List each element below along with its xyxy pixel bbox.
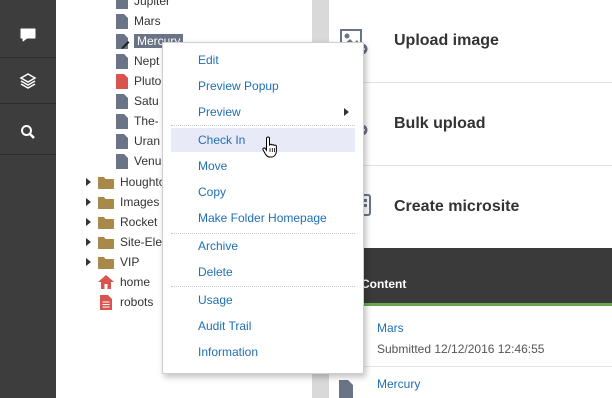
tree-item-label: Pluto: [134, 74, 162, 88]
tree-item-label: Site-Ele: [120, 235, 163, 249]
row-divider: [329, 366, 612, 367]
layers-button[interactable]: [0, 58, 56, 104]
page-icon: [116, 153, 128, 169]
menu-item-copy[interactable]: Copy: [163, 180, 363, 204]
tree-item[interactable]: home: [98, 272, 150, 292]
tree-folder[interactable]: VIP: [98, 252, 139, 272]
page-icon: [116, 113, 128, 129]
tree-item[interactable]: Jupiter: [116, 0, 170, 11]
action-title: Create microsite: [394, 198, 520, 215]
tree-item[interactable]: Satu: [116, 91, 159, 111]
menu-item-preview[interactable]: Preview: [163, 100, 363, 124]
tree-item-label: Jupiter: [134, 0, 171, 8]
tree-item[interactable]: Mars: [116, 11, 161, 31]
tree-item[interactable]: Venu: [116, 151, 161, 171]
action-title: Bulk upload: [394, 115, 486, 132]
menu-item-usage[interactable]: Usage: [163, 288, 363, 312]
menu-item-make-folder-homepage[interactable]: Make Folder Homepage: [163, 206, 363, 230]
page-icon: [116, 53, 128, 69]
content-panel-header: Content: [329, 248, 612, 306]
left-rail: [0, 0, 56, 398]
expand-arrow-icon[interactable]: [86, 218, 91, 226]
folder-icon: [98, 176, 114, 189]
right-panel: Upload image Bulk upload Create microsit…: [329, 0, 612, 398]
menu-item-edit[interactable]: Edit: [163, 48, 363, 72]
tree-item-label: Uran: [134, 134, 161, 148]
tree-item-label: Houghto: [120, 175, 166, 189]
page-icon: [116, 0, 128, 9]
hand-cursor-icon: [262, 136, 277, 158]
expand-arrow-icon[interactable]: [86, 238, 91, 246]
expand-arrow-icon[interactable]: [86, 178, 91, 186]
tree-item[interactable]: Pluto: [116, 71, 161, 91]
page-icon: [116, 13, 128, 29]
menu-separator: [171, 286, 355, 287]
tree-item[interactable]: The-: [116, 111, 159, 131]
menu-separator: [171, 125, 355, 126]
page-icon: [339, 380, 353, 398]
folder-icon: [98, 216, 114, 229]
content-header-title: Content: [361, 277, 407, 291]
search-button[interactable]: [0, 109, 56, 155]
tree-item-label: Images: [120, 195, 160, 209]
layers-icon: [19, 72, 37, 89]
tree-item-label: Nept: [134, 54, 160, 68]
document-red-icon: [100, 294, 112, 310]
page-edit-icon: [116, 33, 130, 49]
tree-item-label: Rocket: [120, 215, 158, 229]
tree-item-label: home: [120, 275, 151, 289]
menu-item-information[interactable]: Information: [163, 340, 363, 364]
upload-image-action[interactable]: Upload image: [329, 0, 612, 83]
tree-item-label: robots: [120, 295, 154, 309]
accent-bar: [329, 303, 612, 306]
action-title: Upload image: [394, 32, 499, 49]
chat-icon: [20, 28, 36, 41]
tree-item[interactable]: robots: [100, 292, 153, 312]
content-item-title[interactable]: Mars: [377, 321, 404, 335]
tree-item-label: VIP: [120, 255, 140, 269]
page-icon: [116, 133, 128, 149]
folder-icon: [98, 236, 114, 249]
create-microsite-action[interactable]: Create microsite: [329, 166, 612, 249]
tree-item[interactable]: Uran: [116, 131, 160, 151]
bulk-upload-action[interactable]: Bulk upload: [329, 83, 612, 166]
folder-icon: [98, 256, 114, 269]
tree-item-label: The-: [134, 114, 159, 128]
context-menu: Edit Preview Popup Preview Check In Move…: [162, 42, 364, 374]
menu-item-preview-popup[interactable]: Preview Popup: [163, 74, 363, 98]
home-icon: [98, 275, 114, 289]
menu-item-audit-trail[interactable]: Audit Trail: [163, 314, 363, 338]
folder-icon: [98, 196, 114, 209]
tree-folder[interactable]: Rocket: [98, 212, 157, 232]
tree-item-label: Venu: [134, 154, 162, 168]
tree-item-label: Satu: [134, 94, 159, 108]
menu-item-delete[interactable]: Delete: [163, 260, 363, 284]
page-red-icon: [116, 73, 128, 89]
expand-arrow-icon[interactable]: [86, 198, 91, 206]
menu-item-archive[interactable]: Archive: [163, 234, 363, 258]
tree-item-label: Mars: [134, 14, 161, 28]
content-item-title[interactable]: Mercury: [377, 377, 420, 391]
expand-arrow-icon[interactable]: [86, 258, 91, 266]
chat-button[interactable]: [0, 12, 56, 58]
content-item-subtitle: Submitted 12/12/2016 12:46:55: [377, 342, 545, 356]
tree-folder[interactable]: Images: [98, 192, 159, 212]
page-icon: [116, 93, 128, 109]
tree-item[interactable]: Nept: [116, 51, 159, 71]
tree-folder[interactable]: Houghto: [98, 172, 165, 192]
search-icon: [21, 124, 35, 139]
submenu-arrow-icon: [344, 108, 349, 116]
tree-folder[interactable]: Site-Ele: [98, 232, 162, 252]
